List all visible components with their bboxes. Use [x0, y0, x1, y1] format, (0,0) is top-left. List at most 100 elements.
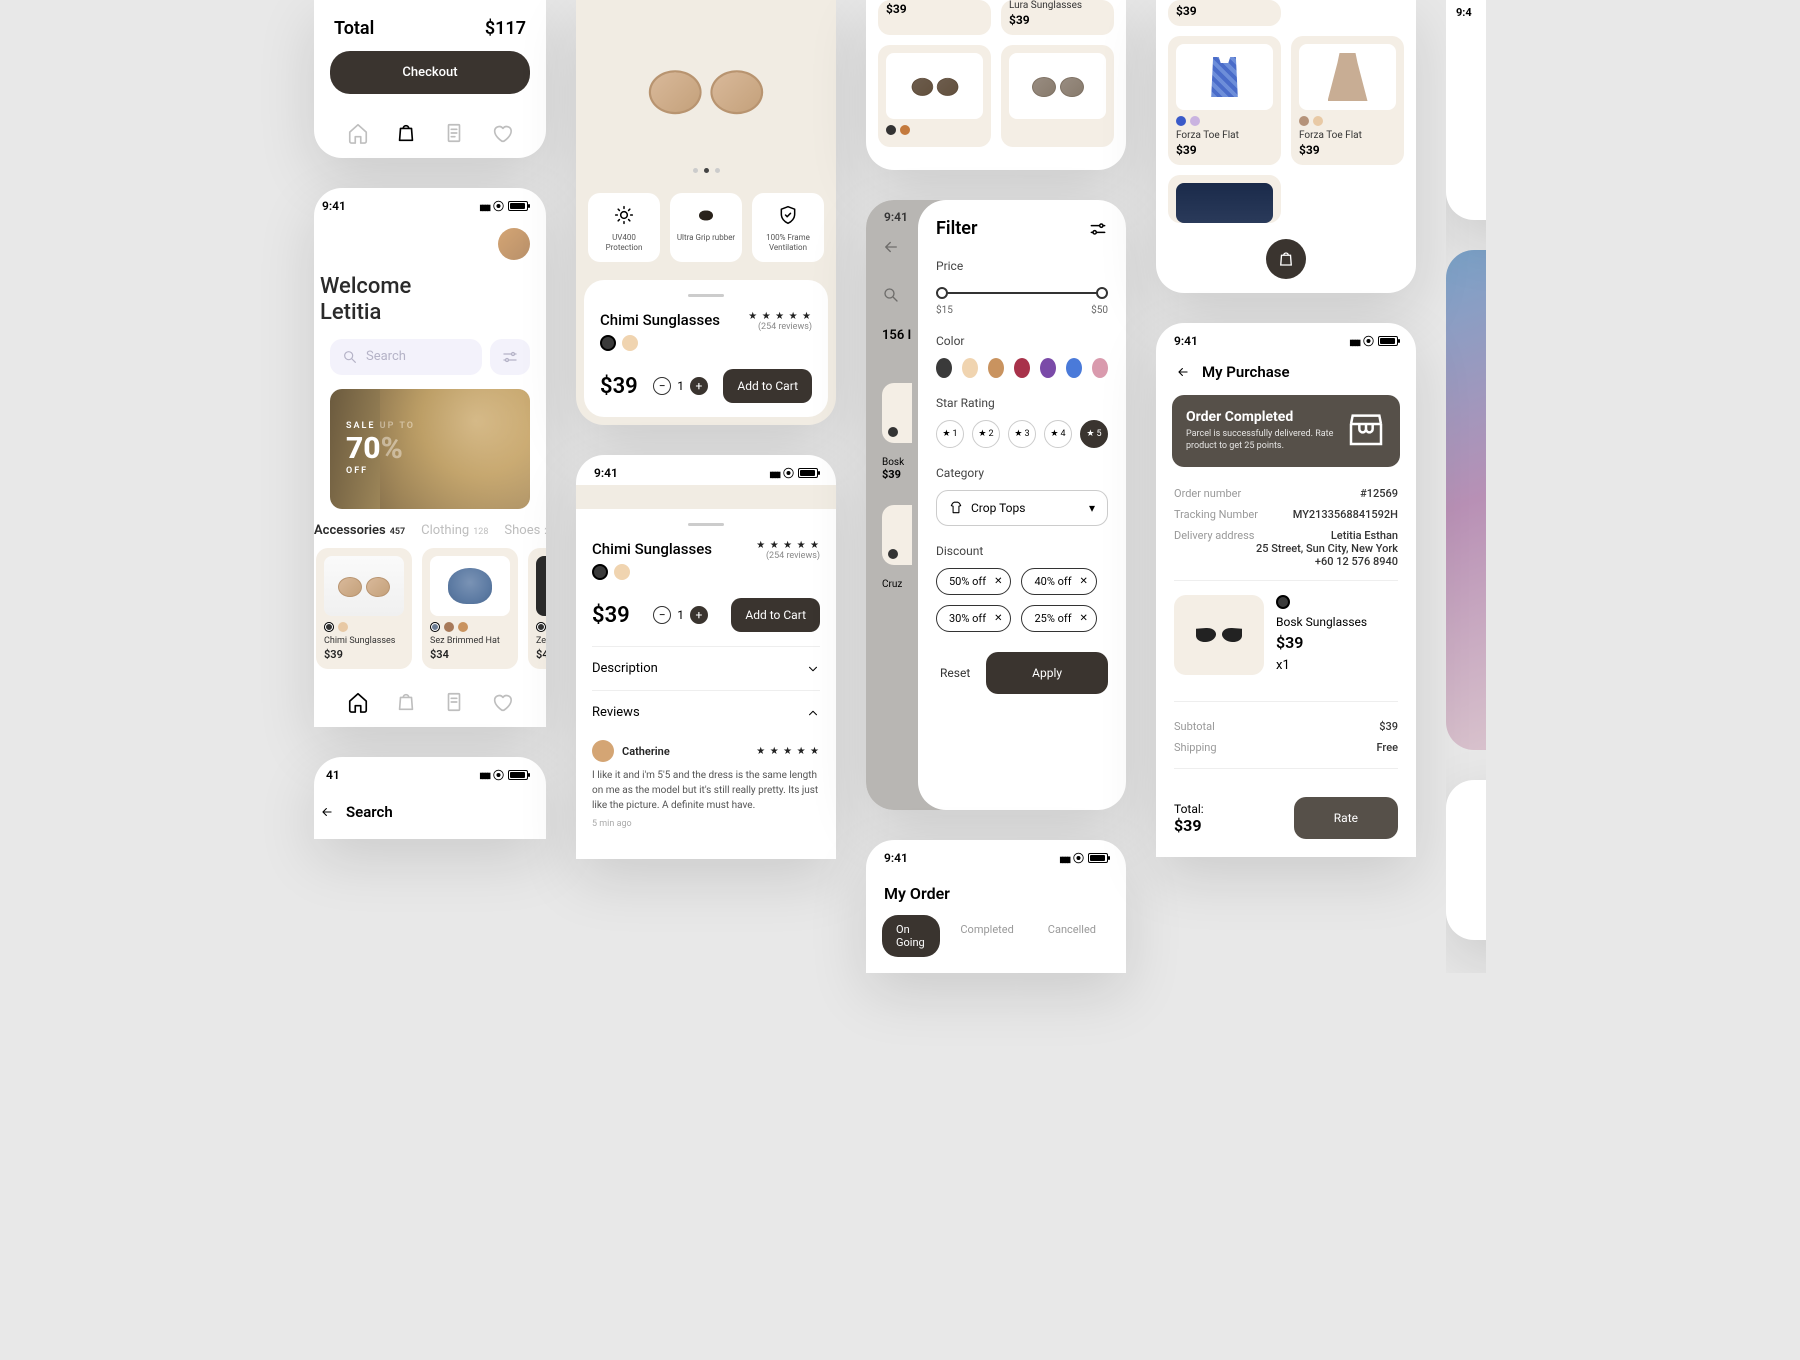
status-time: 9:41	[322, 199, 346, 213]
category-accessories[interactable]: Accessories457	[314, 523, 405, 538]
cart-screen: Total $117 Checkout	[314, 0, 546, 158]
close-icon[interactable]: ✕	[1080, 613, 1088, 624]
discount-chip[interactable]: 40% off✕	[1021, 568, 1096, 595]
category-clothing[interactable]: Clothing128	[421, 523, 488, 538]
order-number-label: Order number	[1174, 487, 1241, 500]
home-icon[interactable]	[347, 691, 369, 713]
close-icon[interactable]: ✕	[994, 613, 1002, 624]
receipt-icon[interactable]	[443, 122, 465, 144]
product-card[interactable]: Zestos' $46	[528, 548, 546, 669]
color-option[interactable]	[962, 358, 978, 378]
rate-button[interactable]: Rate	[1294, 797, 1398, 839]
product-card[interactable]: $39	[878, 0, 991, 35]
color-option[interactable]	[1014, 358, 1030, 378]
feature-card: Ultra Grip rubber	[670, 193, 742, 262]
avatar[interactable]	[498, 228, 530, 260]
tab-ongoing[interactable]: On Going	[882, 915, 940, 957]
product-card[interactable]: Forza Toe Flat $39	[1291, 36, 1404, 165]
qty-plus-button[interactable]: +	[690, 377, 708, 395]
tab-completed[interactable]: Completed	[946, 915, 1027, 957]
product-card[interactable]: Forza Toe Flat $39	[1168, 36, 1281, 165]
reviewer-avatar	[592, 740, 614, 762]
category-label: Category	[936, 466, 1108, 480]
receipt-icon[interactable]	[443, 691, 465, 713]
sun-icon	[612, 203, 636, 227]
add-to-cart-button[interactable]: Add to Cart	[731, 598, 820, 632]
discount-chip[interactable]: 30% off✕	[936, 605, 1011, 632]
sheet-handle[interactable]	[688, 294, 724, 297]
category-select[interactable]: Crop Tops ▾	[936, 490, 1108, 526]
search-input[interactable]: Search	[330, 339, 482, 375]
star-filter-2[interactable]: ★2	[972, 420, 1000, 448]
listing-screen: $39 Lura Sunglasses $39	[866, 0, 1126, 170]
tracking-label: Tracking Number	[1174, 508, 1258, 521]
color-swatch[interactable]	[592, 564, 608, 580]
price-min: $15	[936, 305, 953, 316]
color-swatch[interactable]	[600, 335, 616, 351]
checkout-button[interactable]: Checkout	[330, 51, 530, 94]
filter-button[interactable]	[490, 339, 530, 375]
color-swatch[interactable]	[614, 564, 630, 580]
product-card[interactable]: Chimi Sunglasses $39	[316, 548, 412, 669]
star-filter-3[interactable]: ★3	[1008, 420, 1036, 448]
address-value: Letitia Esthan 25 Street, Sun City, New …	[1256, 529, 1398, 568]
product-name: Zestos'	[536, 636, 546, 646]
bag-icon[interactable]	[395, 122, 417, 144]
review-count: (254 reviews)	[748, 322, 812, 332]
tab-cancelled[interactable]: Cancelled	[1034, 915, 1110, 957]
star-filter-1[interactable]: ★1	[936, 420, 964, 448]
price-slider[interactable]	[936, 283, 1108, 303]
product-card[interactable]	[1168, 175, 1281, 223]
color-option[interactable]	[936, 358, 952, 378]
color-label: Color	[936, 334, 1108, 348]
bag-icon[interactable]	[395, 691, 417, 713]
product-card[interactable]	[878, 45, 991, 147]
star-filter-5[interactable]: ★5	[1080, 420, 1108, 448]
category-shoes[interactable]: Shoes246	[504, 523, 546, 538]
bag-icon	[1277, 250, 1295, 268]
price-label: Price	[936, 259, 1108, 273]
product-card[interactable]: $39	[1168, 0, 1281, 26]
qty-plus-button[interactable]: +	[690, 606, 708, 624]
chevron-down-icon	[806, 662, 820, 676]
back-arrow-icon[interactable]	[1174, 365, 1192, 379]
sheet-handle[interactable]	[688, 523, 724, 526]
product-card[interactable]: Sez Brimmed Hat $34	[422, 548, 518, 669]
home-icon[interactable]	[347, 122, 369, 144]
heart-icon[interactable]	[491, 691, 513, 713]
back-arrow-icon[interactable]	[318, 805, 336, 819]
tab-bar	[314, 679, 546, 727]
battery-icon	[508, 201, 528, 211]
add-to-cart-button[interactable]: Add to Cart	[723, 369, 812, 403]
discount-chip[interactable]: 25% off✕	[1021, 605, 1096, 632]
qty-value: 1	[677, 379, 684, 393]
description-accordion[interactable]: Description	[592, 646, 820, 690]
review-count: (254 reviews)	[756, 551, 820, 561]
heart-icon[interactable]	[491, 122, 513, 144]
star-filter-4[interactable]: ★4	[1044, 420, 1072, 448]
qty-minus-button[interactable]: −	[653, 377, 671, 395]
page-title: My Order	[866, 870, 1126, 915]
cart-fab[interactable]	[1266, 239, 1306, 279]
qty-minus-button[interactable]: −	[653, 606, 671, 624]
search-icon[interactable]	[882, 286, 900, 304]
color-option[interactable]	[1040, 358, 1056, 378]
dress-icon	[1328, 53, 1368, 101]
product-card[interactable]: Lura Sunglasses $39	[1001, 0, 1114, 35]
sliders-icon[interactable]	[1088, 219, 1108, 239]
color-swatch[interactable]	[622, 335, 638, 351]
sunglasses-icon	[694, 203, 718, 227]
discount-chip[interactable]: 50% off✕	[936, 568, 1011, 595]
close-icon[interactable]: ✕	[994, 576, 1002, 587]
star-rating-label: Star Rating	[936, 396, 1108, 410]
color-option[interactable]	[1092, 358, 1108, 378]
product-card[interactable]	[1001, 45, 1114, 147]
color-option[interactable]	[1066, 358, 1082, 378]
reset-button[interactable]: Reset	[936, 656, 974, 690]
apply-button[interactable]: Apply	[986, 652, 1108, 694]
reviews-accordion[interactable]: Reviews	[592, 690, 820, 734]
back-arrow-icon[interactable]	[882, 238, 900, 256]
promo-banner[interactable]: SALE UP TO 70% OFF	[330, 389, 530, 509]
color-option[interactable]	[988, 358, 1004, 378]
close-icon[interactable]: ✕	[1080, 576, 1088, 587]
